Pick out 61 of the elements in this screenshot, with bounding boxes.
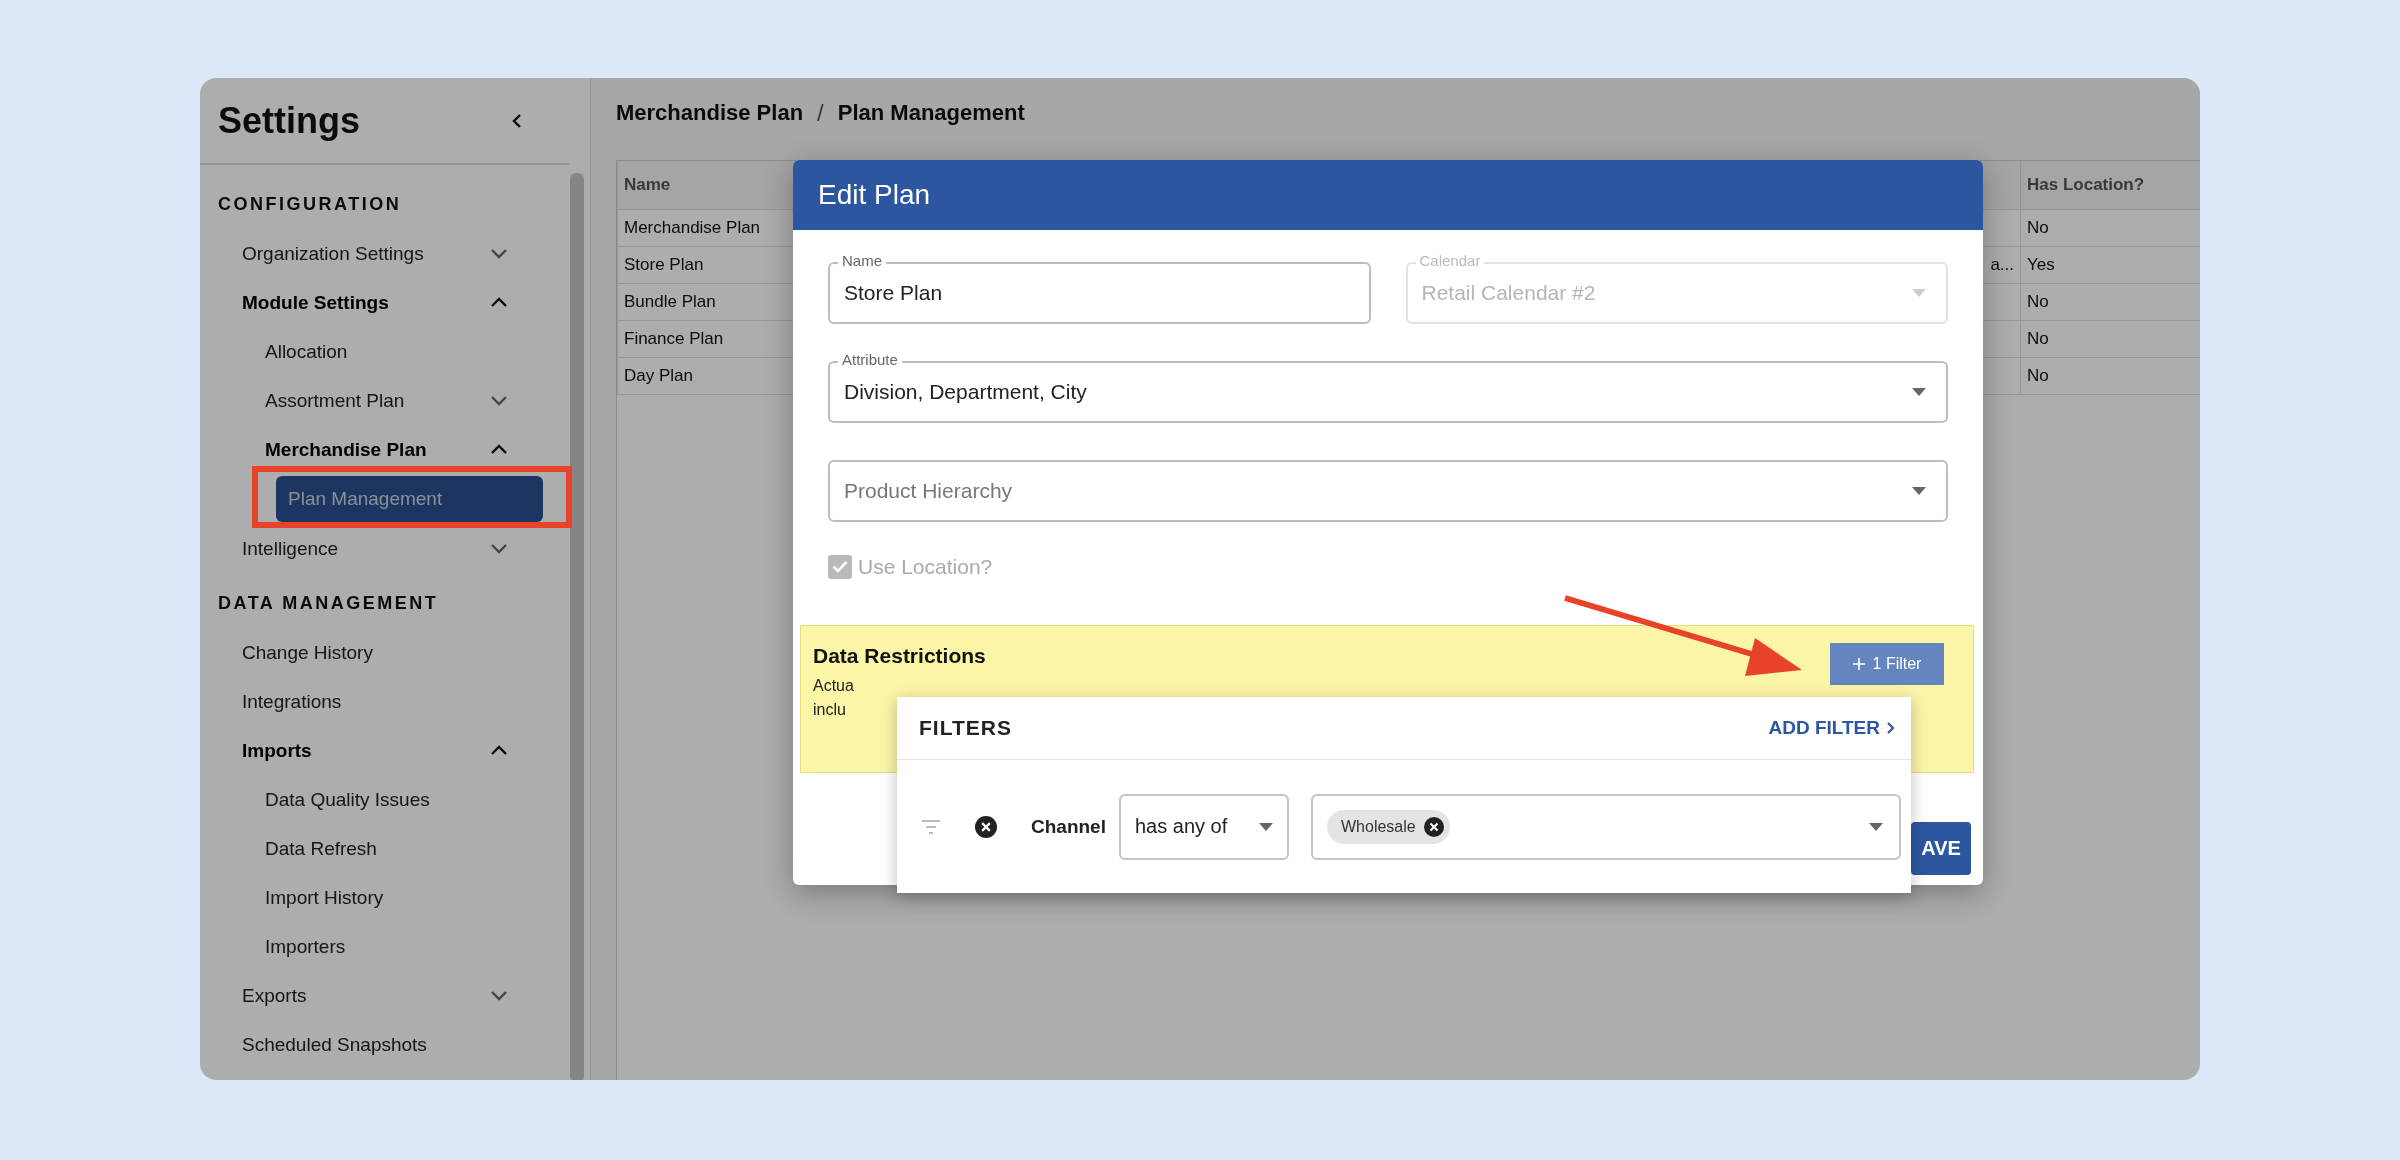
sidebar-item[interactable]: Change History	[218, 628, 528, 677]
scrollbar[interactable]	[570, 173, 584, 1080]
sidebar-item[interactable]: Allocation	[218, 327, 528, 376]
table-cell: No	[2020, 210, 2200, 246]
sidebar-item[interactable]: Assortment Plan	[218, 376, 528, 425]
table-cell: No	[2020, 321, 2200, 357]
values-select[interactable]: Wholesale	[1311, 793, 1901, 860]
sidebar-item[interactable]: Import History	[218, 873, 528, 922]
checkmark-icon	[832, 560, 848, 573]
value-chip: Wholesale	[1327, 809, 1450, 844]
sidebar-item[interactable]: Scheduled Snapshots	[218, 1020, 528, 1069]
table-cell: Yes	[2020, 247, 2200, 283]
breadcrumb-item[interactable]: Merchandise Plan	[616, 100, 804, 126]
chevron-down-icon	[490, 248, 508, 259]
sidebar-item[interactable]: Module Settings	[218, 278, 528, 327]
chevron-up-icon	[490, 444, 508, 455]
dialog-title: Edit Plan	[793, 160, 1983, 230]
dropdown-caret-icon	[1912, 487, 1926, 495]
table-cell: No	[2020, 358, 2200, 394]
sidebar-item[interactable]: Organization Settings	[218, 229, 528, 278]
dropdown-caret-icon	[1912, 289, 1926, 297]
dropdown-caret-icon	[1869, 822, 1883, 831]
add-filter-link[interactable]: ADD FILTER	[1768, 717, 1895, 739]
breadcrumb-item: Plan Management	[837, 100, 1025, 126]
chevron-right-icon	[1886, 721, 1895, 735]
column-header[interactable]: Has Location?	[2020, 161, 2200, 209]
filter-icon	[921, 819, 941, 834]
breadcrumb-separator: /	[817, 99, 824, 127]
chevron-up-icon	[490, 745, 508, 756]
checkbox-label: Use Location?	[858, 554, 993, 579]
sidebar-item[interactable]: Data Quality Issues	[218, 775, 528, 824]
filter-field-name: Channel	[1031, 815, 1107, 838]
chevron-down-icon	[490, 395, 508, 406]
sidebar-item[interactable]: Integrations	[218, 677, 528, 726]
sidebar-item[interactable]: Merchandise Plan	[218, 425, 528, 474]
remove-icon[interactable]	[975, 815, 997, 838]
chevron-down-icon	[490, 543, 508, 554]
section-heading: DATA MANAGEMENT	[218, 591, 440, 615]
chevron-up-icon	[490, 297, 508, 308]
sidebar-item[interactable]: Importers	[218, 922, 528, 971]
section-heading: CONFIGURATION	[218, 192, 403, 216]
panel-text: inclu	[813, 700, 847, 720]
sidebar-item[interactable]: Exports	[218, 971, 528, 1020]
plus-icon	[1852, 658, 1865, 670]
panel-title: Data Restrictions	[813, 644, 986, 668]
sidebar-item[interactable]: Data Refresh	[218, 824, 528, 873]
sidebar-item[interactable]: Intelligence	[218, 524, 528, 573]
sidebar-title: Settings	[218, 99, 360, 142]
sidebar-item[interactable]: Plan Management	[276, 476, 543, 522]
panel-text: Actua	[813, 676, 855, 696]
filter-button[interactable]: 1 Filter	[1830, 643, 1944, 685]
table-cell: No	[2020, 284, 2200, 320]
operator-select[interactable]: has any of	[1119, 793, 1289, 860]
dropdown-caret-icon	[1912, 388, 1926, 396]
chevron-down-icon	[490, 990, 508, 1001]
remove-icon[interactable]	[1423, 816, 1444, 837]
collapse-chevron-icon[interactable]	[512, 112, 522, 129]
sidebar-item[interactable]: Imports	[218, 726, 528, 775]
dropdown-caret-icon	[1259, 822, 1273, 831]
popup-title: FILTERS	[919, 716, 1012, 740]
save-button[interactable]: AVE	[1911, 822, 1971, 875]
